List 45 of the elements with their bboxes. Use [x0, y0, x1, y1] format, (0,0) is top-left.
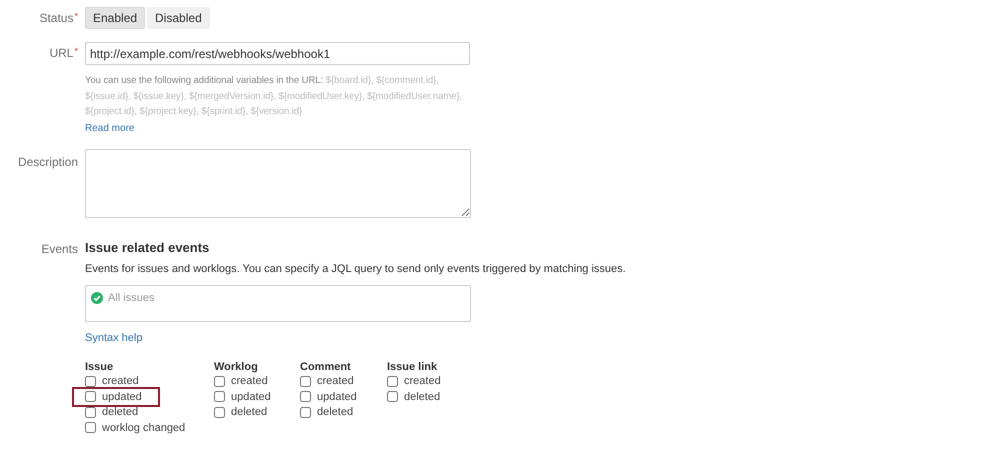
group-title: Worklog [214, 360, 259, 374]
checkbox-label: created [231, 375, 268, 388]
description-field[interactable] [85, 148, 471, 218]
checkbox[interactable] [214, 376, 225, 387]
required-mark: * [74, 46, 78, 56]
help-text: You can use the following additional variables in the URL: ${board.id}, ${comment.id}, ${issue.id}, ${issue.key}, ${mergedVersion.id}, ${modifiedUser.key}, ${modifiedUser.name}, ${project.id}, ${project.key}, ${sprint.id}, ${version.id} [85, 74, 464, 119]
checkbox-label: updated [317, 390, 357, 403]
checkbox[interactable] [214, 406, 225, 418]
checkbox[interactable] [387, 391, 398, 402]
url-field[interactable]: http://example.com/rest/webhooks/webhook1 [85, 42, 470, 65]
checkbox[interactable] [85, 376, 96, 387]
checkbox-label: created [317, 375, 354, 388]
checkbox[interactable] [85, 406, 96, 418]
field-label: Description [18, 154, 78, 168]
checkbox[interactable] [387, 376, 398, 387]
checkbox-label: worklog changed [102, 422, 186, 434]
checkbox[interactable] [214, 391, 225, 402]
checkbox-label: updated [102, 390, 142, 403]
field-label: Events [41, 242, 78, 256]
checkbox-label: created [102, 375, 139, 388]
events-description: Events for issues and worklogs. You can specify a JQL query to send only events triggered by matching issues. [85, 262, 627, 274]
checkbox[interactable] [300, 376, 311, 387]
status-toggle[interactable]: Disabled [147, 7, 210, 29]
checkbox-label: created [404, 375, 441, 388]
checkbox-label: deleted [231, 406, 268, 418]
section-heading: Issue related events [85, 240, 210, 254]
checkbox-label: deleted [102, 406, 138, 418]
group-title: Comment [300, 360, 352, 374]
checkbox[interactable] [85, 391, 96, 402]
required-mark: * [74, 11, 78, 21]
checkbox-label: deleted [404, 390, 440, 403]
read-more-link[interactable]: Read more [85, 122, 134, 134]
field-label: Status [39, 11, 74, 25]
checkbox-label: deleted [317, 406, 354, 418]
field-label: URL [49, 46, 74, 60]
checkbox[interactable] [300, 406, 311, 418]
syntax-help-link[interactable]: Syntax help [85, 332, 142, 344]
status-toggle[interactable]: Enabled [85, 7, 146, 29]
checkbox-label: updated [231, 390, 271, 403]
checkbox[interactable] [300, 391, 311, 402]
group-title: Issue link [387, 360, 438, 374]
check-icon [91, 292, 103, 304]
checkbox[interactable] [85, 422, 96, 434]
group-title: Issue [85, 360, 114, 374]
jql-placeholder: All issues [108, 292, 154, 304]
